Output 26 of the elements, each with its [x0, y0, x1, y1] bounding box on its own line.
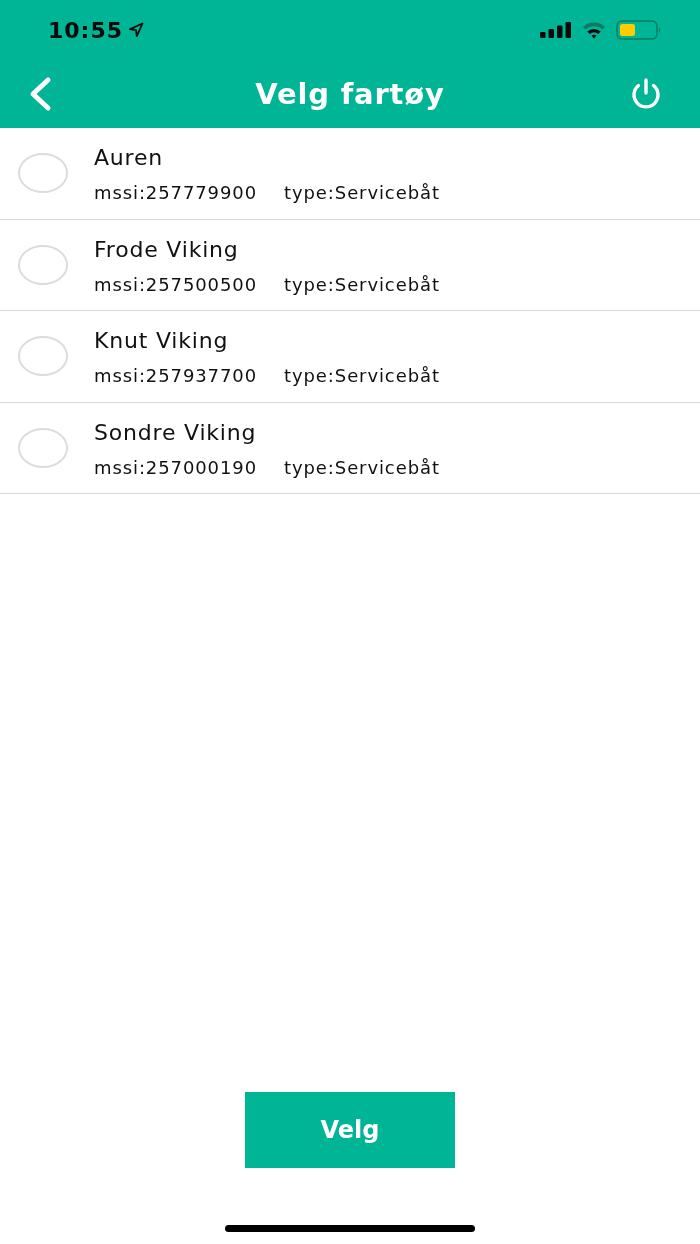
radio-button[interactable] — [18, 244, 68, 285]
vessel-list-item[interactable]: Frode Viking mssi:257500500 type:Servicebåt — [0, 219, 700, 311]
vessel-name: Auren — [94, 144, 164, 173]
screen-title: Velg fartøy — [255, 77, 445, 111]
vessel-list-item[interactable]: Auren mssi:257779900 type:Servicebåt — [0, 128, 700, 220]
vessel-list-item[interactable]: Knut Viking mssi:257937700 type:Servicebåt — [0, 311, 700, 403]
mssi-number: mssi:257937700 — [94, 365, 258, 388]
vessel-type: type:Servicebåt — [284, 456, 440, 479]
vessel-type: type:Servicebåt — [284, 182, 440, 205]
location-arrow-icon — [128, 22, 145, 38]
vessel-type: type:Servicebåt — [284, 273, 440, 296]
vessel-list-item[interactable]: Sondre Viking mssi:257000190 type:Servicebåt — [0, 402, 700, 494]
radio-button[interactable] — [18, 153, 68, 194]
mssi-number: mssi:257000190 — [94, 456, 258, 479]
radio-button[interactable] — [18, 427, 68, 468]
vessel-name: Knut Viking — [94, 327, 229, 356]
signal-icon — [540, 22, 572, 38]
status-time: 10:55 — [48, 17, 124, 43]
vessel-type: type:Servicebåt — [284, 365, 440, 388]
vessel-name: Frode Viking — [94, 235, 239, 264]
mssi-number: mssi:257779900 — [94, 182, 258, 205]
radio-button[interactable] — [18, 336, 68, 377]
wifi-icon — [582, 21, 606, 39]
battery-icon — [616, 20, 662, 40]
vessel-name: Sondre Viking — [94, 418, 257, 447]
mssi-number: mssi:257500500 — [94, 273, 258, 296]
